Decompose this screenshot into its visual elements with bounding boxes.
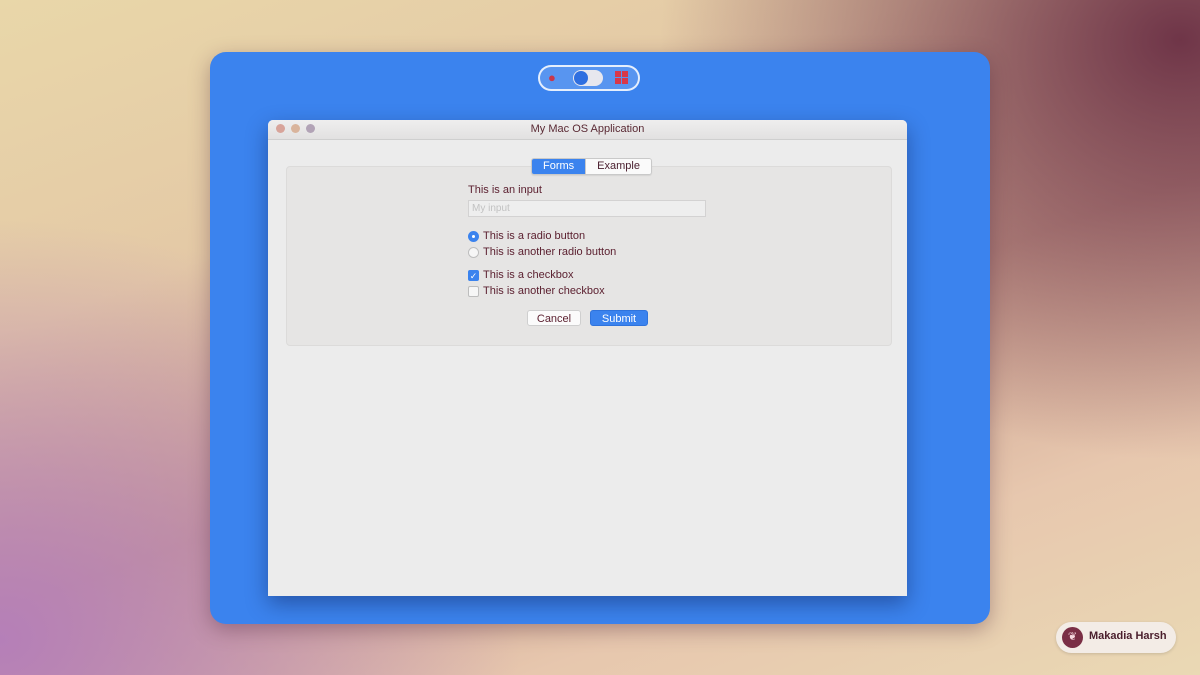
radio-button-checked[interactable] bbox=[468, 230, 479, 242]
checkbox-option-2[interactable]: This is another checkbox bbox=[468, 284, 605, 298]
tab-forms[interactable]: Forms bbox=[532, 159, 586, 174]
radio-option-2[interactable]: This is another radio button bbox=[468, 245, 616, 259]
preview-stage: ● My Mac OS Application This is an input bbox=[210, 52, 990, 624]
checkbox-option-1[interactable]: ✓ This is a checkbox bbox=[468, 268, 573, 282]
radio-button-unchecked[interactable] bbox=[468, 246, 479, 258]
tab-example[interactable]: Example bbox=[585, 159, 651, 174]
window-titlebar[interactable]: My Mac OS Application bbox=[268, 120, 907, 140]
checkbox-checked[interactable]: ✓ bbox=[468, 269, 479, 281]
text-input[interactable] bbox=[468, 200, 706, 217]
radio-label-2: This is another radio button bbox=[483, 246, 617, 258]
segmented-tabs: Forms Example bbox=[531, 158, 652, 175]
forms-panel: This is an input This is a radio button … bbox=[286, 166, 892, 346]
toggle-knob[interactable] bbox=[574, 71, 588, 85]
input-label: This is an input bbox=[468, 184, 542, 196]
radio-option-1[interactable]: This is a radio button bbox=[468, 229, 585, 243]
submit-button[interactable]: Submit bbox=[590, 310, 648, 326]
author-name: Makadia Harsh bbox=[1089, 630, 1167, 642]
cancel-button[interactable]: Cancel bbox=[527, 310, 581, 326]
windows-icon[interactable] bbox=[615, 71, 628, 84]
window-title: My Mac OS Application bbox=[530, 123, 645, 135]
apple-icon[interactable]: ● bbox=[548, 69, 556, 87]
app-window: My Mac OS Application This is an input T… bbox=[268, 120, 907, 596]
os-switcher[interactable]: ● bbox=[538, 65, 640, 91]
checkbox-unchecked[interactable] bbox=[468, 285, 479, 297]
checkbox-label-2: This is another checkbox bbox=[483, 285, 605, 297]
os-toggle[interactable] bbox=[573, 70, 603, 86]
twitter-bird-icon: ❦ bbox=[1062, 627, 1083, 648]
radio-label-1: This is a radio button bbox=[483, 230, 586, 242]
author-credit[interactable]: ❦ Makadia Harsh bbox=[1056, 622, 1176, 653]
checkbox-label-1: This is a checkbox bbox=[483, 269, 574, 281]
